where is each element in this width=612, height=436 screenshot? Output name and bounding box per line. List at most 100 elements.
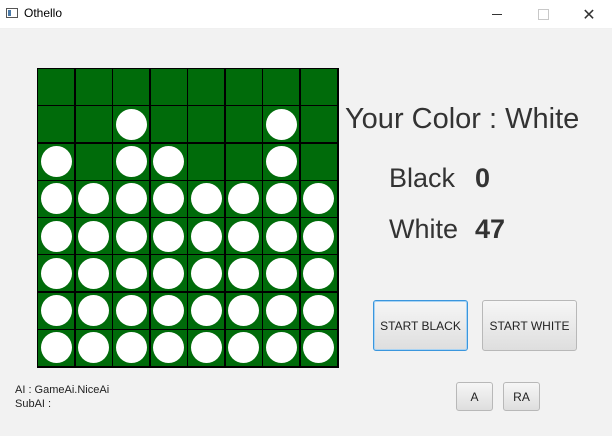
- white-disc: [153, 146, 184, 177]
- board-cell[interactable]: [150, 180, 187, 217]
- board-cell[interactable]: [38, 218, 74, 254]
- board-cell[interactable]: [225, 255, 262, 292]
- board-cell[interactable]: [300, 106, 337, 143]
- board-cell[interactable]: [75, 292, 112, 329]
- board-cell[interactable]: [75, 180, 112, 217]
- board-cell[interactable]: [113, 69, 149, 105]
- board-cell[interactable]: [38, 143, 74, 180]
- white-disc: [190, 183, 222, 215]
- board-cell[interactable]: [263, 106, 299, 143]
- app-window-icon: [6, 8, 18, 18]
- subai-label: SubAI :: [15, 398, 52, 410]
- start-white-button[interactable]: START WHITE: [482, 300, 577, 351]
- board-cell[interactable]: [225, 106, 262, 143]
- board-cell[interactable]: [188, 329, 224, 366]
- board-cell[interactable]: [300, 329, 337, 366]
- board-cell[interactable]: [225, 180, 262, 217]
- white-disc: [78, 332, 109, 364]
- board-cell[interactable]: [75, 218, 112, 254]
- board-cell[interactable]: [225, 143, 262, 180]
- white-disc: [190, 332, 222, 364]
- board-cell[interactable]: [225, 292, 262, 329]
- board-cell[interactable]: [225, 69, 262, 105]
- board-cell[interactable]: [113, 292, 149, 329]
- board-cell[interactable]: [188, 69, 224, 105]
- your-color-value: White: [505, 103, 580, 135]
- ra-button[interactable]: RA: [503, 382, 540, 411]
- white-disc: [40, 146, 72, 177]
- board-cell[interactable]: [113, 143, 149, 180]
- board-cell[interactable]: [113, 180, 149, 217]
- board-cell[interactable]: [150, 292, 187, 329]
- white-disc: [153, 295, 184, 326]
- white-disc: [78, 257, 109, 289]
- board-cell[interactable]: [38, 329, 74, 366]
- board-cell[interactable]: [75, 69, 112, 105]
- ai-label: AI : GameAi.NiceAi: [15, 384, 110, 396]
- board-cell[interactable]: [188, 180, 224, 217]
- board-cell[interactable]: [113, 218, 149, 254]
- board-cell[interactable]: [75, 255, 112, 292]
- board-cell[interactable]: [188, 255, 224, 292]
- white-disc: [228, 183, 259, 215]
- board-cell[interactable]: [150, 255, 187, 292]
- board-cell[interactable]: [263, 180, 299, 217]
- board-cell[interactable]: [263, 255, 299, 292]
- board-cell[interactable]: [113, 255, 149, 292]
- board-cell[interactable]: [113, 106, 149, 143]
- board-cell[interactable]: [263, 292, 299, 329]
- board-cell[interactable]: [263, 69, 299, 105]
- board-cell[interactable]: [188, 218, 224, 254]
- white-disc: [190, 295, 222, 326]
- white-disc: [40, 295, 72, 326]
- board-cell[interactable]: [150, 106, 187, 143]
- close-button[interactable]: ✕: [566, 0, 612, 28]
- board-cell[interactable]: [150, 218, 187, 254]
- board-cell[interactable]: [188, 292, 224, 329]
- board-cell[interactable]: [300, 69, 337, 105]
- your-color-caption: Your Color :: [345, 103, 498, 135]
- white-disc: [228, 332, 259, 364]
- board-cell[interactable]: [75, 143, 112, 180]
- board-cell[interactable]: [263, 143, 299, 180]
- white-disc: [303, 332, 334, 364]
- board-cell[interactable]: [263, 218, 299, 254]
- board-cell[interactable]: [75, 106, 112, 143]
- close-icon: ✕: [582, 4, 596, 24]
- board-cell[interactable]: [38, 255, 74, 292]
- white-disc: [190, 257, 222, 289]
- start-black-button[interactable]: START BLACK: [373, 300, 468, 351]
- board-cell[interactable]: [300, 180, 337, 217]
- board-cell[interactable]: [188, 143, 224, 180]
- board-cell[interactable]: [38, 106, 74, 143]
- white-disc: [78, 220, 109, 252]
- board-cell[interactable]: [113, 329, 149, 366]
- maximize-button[interactable]: [520, 0, 566, 28]
- white-disc: [153, 183, 184, 215]
- board-cell[interactable]: [38, 69, 74, 105]
- a-button[interactable]: A: [456, 382, 493, 411]
- board-cell[interactable]: [38, 292, 74, 329]
- board-cell[interactable]: [150, 143, 187, 180]
- white-disc: [40, 332, 72, 364]
- title-bar: Othello ✕: [0, 0, 612, 29]
- board-cell[interactable]: [300, 255, 337, 292]
- board-cell[interactable]: [150, 329, 187, 366]
- white-disc: [40, 220, 72, 252]
- board-cell[interactable]: [75, 329, 112, 366]
- board-cell[interactable]: [263, 329, 299, 366]
- board-cell[interactable]: [188, 106, 224, 143]
- minimize-button[interactable]: [474, 0, 520, 28]
- board-cell[interactable]: [150, 69, 187, 105]
- board-cell[interactable]: [225, 329, 262, 366]
- white-disc: [40, 257, 72, 289]
- black-label: Black: [389, 163, 456, 193]
- black-score: 0: [475, 163, 491, 193]
- board-cell[interactable]: [300, 143, 337, 180]
- white-disc: [78, 295, 109, 326]
- board-cell[interactable]: [38, 180, 74, 217]
- board-cell[interactable]: [300, 218, 337, 254]
- board-cell[interactable]: [225, 218, 262, 254]
- board-cell[interactable]: [300, 292, 337, 329]
- white-disc: [265, 220, 297, 252]
